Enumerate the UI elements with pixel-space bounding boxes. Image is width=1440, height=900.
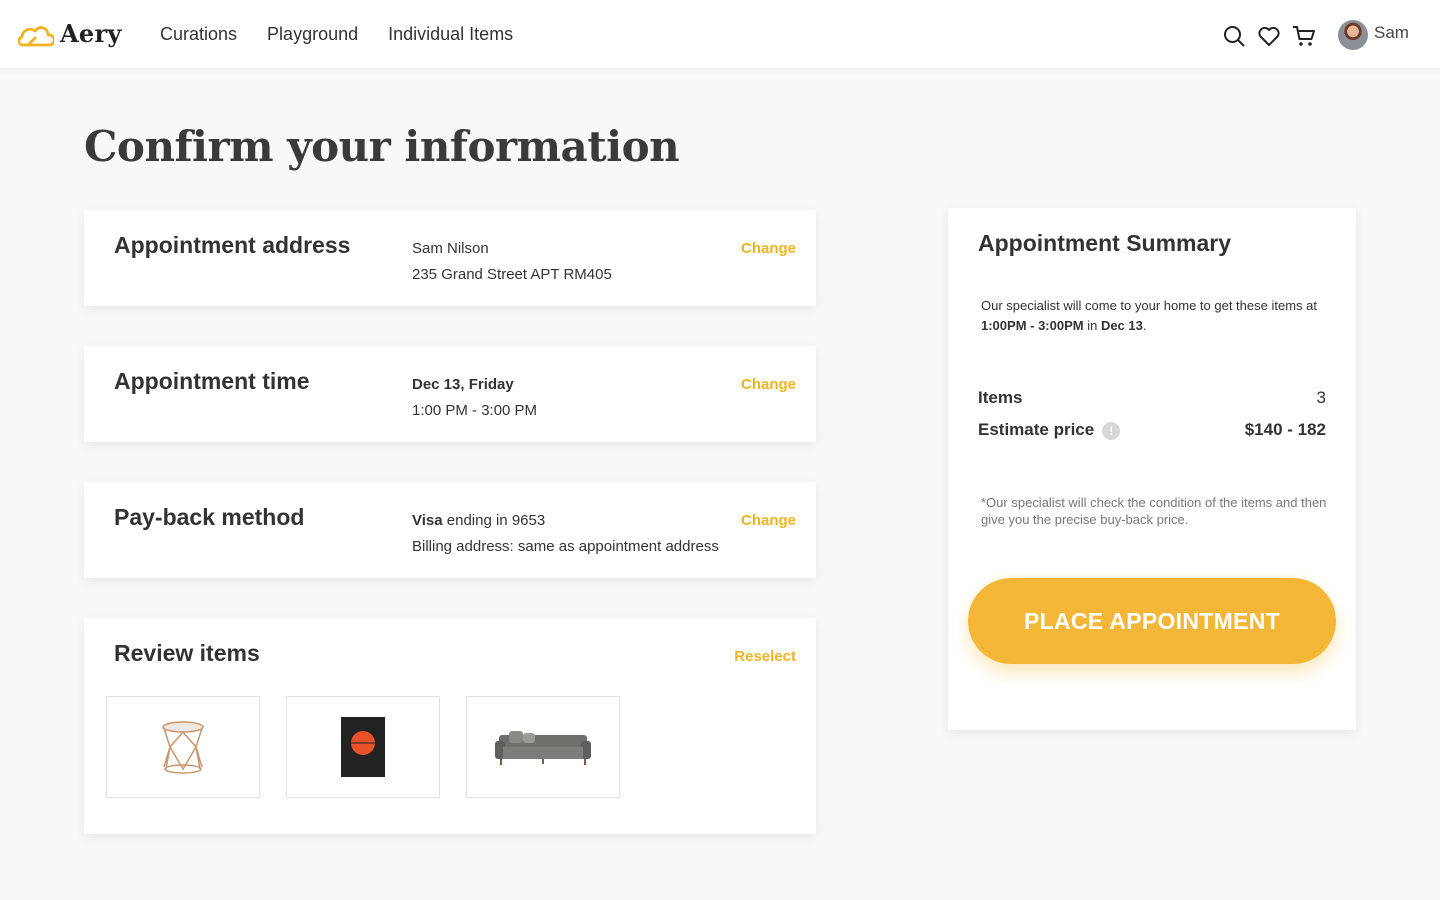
- desc-time: 1:00PM - 3:00PM: [981, 318, 1084, 333]
- billing-address: Billing address: same as appointment add…: [412, 538, 719, 555]
- change-address-link[interactable]: Change: [741, 240, 796, 257]
- card-suffix: ending in 9653: [442, 512, 546, 529]
- nav-playground[interactable]: Playground: [267, 24, 358, 45]
- info-icon[interactable]: !: [1102, 422, 1121, 440]
- payback-info: Visa ending in 9653 Billing address: sam…: [412, 508, 719, 560]
- nav-curations[interactable]: Curations: [160, 24, 237, 45]
- item-thumb-sofa[interactable]: [466, 696, 620, 798]
- desc-suffix: .: [1142, 318, 1147, 333]
- price-value: $140 - 182: [1244, 420, 1326, 439]
- brand-logo-icon: [18, 25, 54, 46]
- logo[interactable]: Aery: [18, 19, 122, 48]
- address-street: 235 Grand Street APT RM405: [412, 266, 612, 283]
- item-thumb-side-table[interactable]: [106, 696, 260, 798]
- cart-icon[interactable]: [1292, 24, 1316, 48]
- card-brand: Visa: [412, 512, 443, 529]
- desc-mid: in: [1083, 318, 1101, 333]
- main-nav: Curations Playground Individual Items: [160, 24, 513, 45]
- time-title: Appointment time: [114, 368, 310, 394]
- address-info: Sam Nilson 235 Grand Street APT RM405: [412, 236, 612, 288]
- brand-name: Aery: [60, 19, 122, 48]
- page-title: Confirm your information: [84, 122, 680, 171]
- summary-description: Our specialist will come to your home to…: [981, 296, 1331, 336]
- items-count: 3: [1316, 388, 1326, 407]
- review-items-list: [106, 696, 620, 798]
- time-info: Dec 13, Friday 1:00 PM - 3:00 PM: [412, 372, 537, 424]
- reselect-link[interactable]: Reselect: [734, 648, 796, 665]
- review-title: Review items: [114, 640, 260, 666]
- header-actions: Sam: [1222, 20, 1409, 50]
- item-thumb-poster[interactable]: [286, 696, 440, 798]
- items-row: Items 3: [978, 388, 1326, 408]
- payback-card-line: Visa ending in 9653: [412, 508, 719, 534]
- time-date: Dec 13, Friday: [412, 376, 514, 393]
- price-note: *Our specialist will check the condition…: [981, 495, 1327, 527]
- price-label: Estimate price: [978, 420, 1095, 439]
- price-label-wrap: Estimate price !: [978, 420, 1121, 440]
- appointment-summary: Appointment Summary Our specialist will …: [948, 208, 1356, 730]
- time-card: Appointment time Dec 13, Friday 1:00 PM …: [84, 346, 816, 442]
- payback-title: Pay-back method: [114, 504, 305, 530]
- address-title: Appointment address: [114, 232, 351, 258]
- desc-prefix: Our specialist will come to your home to…: [981, 298, 1317, 313]
- avatar[interactable]: [1338, 20, 1368, 50]
- address-name: Sam Nilson: [412, 240, 489, 257]
- price-row: Estimate price ! $140 - 182: [978, 420, 1326, 440]
- nav-individual-items[interactable]: Individual Items: [388, 24, 513, 45]
- time-range: 1:00 PM - 3:00 PM: [412, 402, 538, 419]
- side-table-icon: [162, 721, 204, 774]
- heart-icon[interactable]: [1257, 24, 1281, 48]
- sofa-icon: [495, 731, 591, 765]
- payback-card: Pay-back method Visa ending in 9653 Bill…: [84, 482, 816, 578]
- search-icon[interactable]: [1222, 24, 1246, 48]
- change-payback-link[interactable]: Change: [741, 512, 796, 529]
- review-card: Review items Reselect: [84, 618, 816, 834]
- top-header: Aery Curations Playground Individual Ite…: [0, 0, 1440, 68]
- user-name[interactable]: Sam: [1374, 23, 1409, 43]
- address-card: Appointment address Sam Nilson 235 Grand…: [84, 210, 816, 306]
- place-appointment-button[interactable]: PLACE APPOINTMENT: [968, 578, 1336, 664]
- poster-icon: [341, 717, 385, 777]
- items-label: Items: [978, 388, 1023, 407]
- summary-title: Appointment Summary: [978, 230, 1232, 256]
- change-time-link[interactable]: Change: [741, 376, 796, 393]
- desc-date: Dec 13: [1100, 318, 1143, 333]
